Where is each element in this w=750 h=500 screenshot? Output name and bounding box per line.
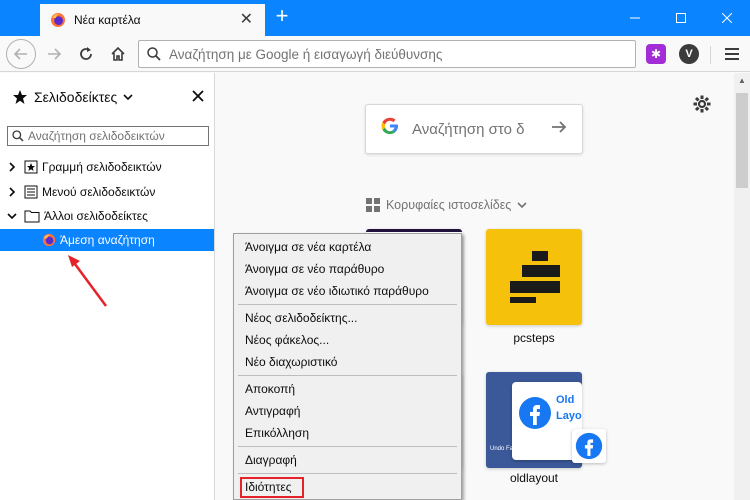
gear-icon[interactable] xyxy=(692,94,712,114)
menu-icon-line xyxy=(725,53,739,55)
title-bar: Νέα καρτέλα ✕ + xyxy=(0,0,750,36)
hamburger-menu-button[interactable] xyxy=(720,42,744,66)
bookmarks-toolbar-icon xyxy=(24,160,38,174)
menu-item-open-private-window[interactable]: Άνοιγμα σε νέο ιδιωτικό παράθυρο xyxy=(234,280,461,302)
minimize-button[interactable] xyxy=(612,0,658,36)
bookmarks-search-input[interactable] xyxy=(28,129,208,143)
url-bar[interactable] xyxy=(138,40,636,68)
site-favicon-badge xyxy=(572,429,606,463)
sidebar-title: Σελιδοδείκτες xyxy=(34,89,118,105)
menu-icon-line xyxy=(725,58,739,60)
google-logo-icon xyxy=(380,116,400,142)
tree-item-label: Άλλοι σελιδοδείκτες xyxy=(44,209,148,223)
thumbnail-caption: Undo Facebook's... xyxy=(490,446,542,452)
scroll-thumb[interactable] xyxy=(736,93,748,188)
home-icon xyxy=(111,46,125,61)
bookmarks-menu-icon xyxy=(24,185,38,199)
menu-item-paste[interactable]: Επικόλληση xyxy=(234,422,461,444)
chevron-down-icon xyxy=(517,202,527,209)
new-tab-button[interactable]: + xyxy=(270,4,294,30)
home-button[interactable] xyxy=(104,41,132,67)
chevron-right-icon[interactable] xyxy=(6,161,18,173)
minimize-icon xyxy=(630,17,640,19)
arrow-right-icon xyxy=(48,48,62,60)
close-window-button[interactable] xyxy=(704,0,750,36)
menu-item-new-folder[interactable]: Νέος φάκελος... xyxy=(234,329,461,351)
maximize-button[interactable] xyxy=(658,0,704,36)
tab-new-tab[interactable]: Νέα καρτέλα ✕ xyxy=(40,2,265,36)
facebook-icon xyxy=(575,432,603,460)
chevron-right-icon[interactable] xyxy=(6,186,18,198)
bookmarks-search-box[interactable] xyxy=(7,126,209,146)
menu-separator xyxy=(238,473,457,474)
grid-icon xyxy=(366,198,380,212)
star-icon xyxy=(13,90,27,104)
arrow-left-icon xyxy=(13,48,27,60)
facebook-icon xyxy=(519,397,551,429)
extension-profile-button[interactable]: V xyxy=(679,44,699,64)
menu-item-copy[interactable]: Αντιγραφή xyxy=(234,400,461,422)
tree-item-label: Μενού σελιδοδεικτών xyxy=(42,185,156,199)
extension-snowflake-icon[interactable]: ✱ xyxy=(646,44,666,64)
top-sites-title: Κορυφαίες ιστοσελίδες xyxy=(386,198,512,212)
folder-icon xyxy=(24,210,40,223)
tree-item-bookmarks-toolbar[interactable]: Γραμμή σελιδοδεικτών xyxy=(0,156,214,178)
url-input[interactable] xyxy=(169,46,609,62)
firefox-icon xyxy=(51,13,65,27)
close-icon xyxy=(722,13,732,23)
forward-button[interactable] xyxy=(40,41,68,67)
toolbar-divider xyxy=(710,46,711,64)
menu-item-delete[interactable]: Διαγραφή xyxy=(234,449,461,471)
top-site-tile-oldlayout[interactable]: Old Layo Undo Facebook's... xyxy=(486,372,582,468)
vertical-scrollbar[interactable]: ▲ xyxy=(734,73,750,500)
tree-item-bookmarks-menu[interactable]: Μενού σελιδοδεικτών xyxy=(0,181,214,203)
reload-icon xyxy=(80,47,92,60)
close-icon xyxy=(192,90,204,102)
back-button[interactable] xyxy=(6,39,36,69)
bookmark-context-menu: Άνοιγμα σε νέα καρτέλα Άνοιγμα σε νέο πα… xyxy=(233,233,462,500)
menu-item-new-separator[interactable]: Νέο διαχωριστικό xyxy=(234,351,461,373)
menu-separator xyxy=(238,304,457,305)
top-site-label: oldlayout xyxy=(509,471,559,485)
search-icon xyxy=(147,47,161,61)
menu-item-open-new-tab[interactable]: Άνοιγμα σε νέα καρτέλα xyxy=(234,236,461,258)
top-site-label: pcsteps xyxy=(513,331,555,345)
sidebar-close-button[interactable] xyxy=(192,87,204,105)
menu-separator xyxy=(238,446,457,447)
annotation-highlight-box xyxy=(240,477,304,498)
arrow-right-icon[interactable] xyxy=(550,118,568,136)
tree-item-other-bookmarks[interactable]: Άλλοι σελιδοδείκτες xyxy=(0,205,214,227)
google-search-placeholder: Αναζήτηση στο δ xyxy=(412,120,525,138)
top-sites-header[interactable]: Κορυφαίες ιστοσελίδες xyxy=(366,198,527,212)
tab-title: Νέα καρτέλα xyxy=(74,13,141,27)
maximize-icon xyxy=(676,13,686,23)
menu-separator xyxy=(238,375,457,376)
thumbnail-text-1: Old xyxy=(556,394,575,406)
scroll-up-icon[interactable]: ▲ xyxy=(734,73,750,89)
reload-button[interactable] xyxy=(72,41,100,67)
menu-item-open-new-window[interactable]: Άνοιγμα σε νέο παράθυρο xyxy=(234,258,461,280)
tab-close-icon[interactable]: ✕ xyxy=(240,12,253,28)
firefox-icon xyxy=(42,233,56,247)
pcsteps-logo-icon xyxy=(510,251,560,303)
navigation-toolbar: ✱ V xyxy=(0,36,750,72)
chevron-down-icon xyxy=(123,94,133,101)
chevron-down-icon[interactable] xyxy=(6,210,18,222)
menu-icon-line xyxy=(725,48,739,50)
search-icon xyxy=(12,130,24,142)
top-site-tile-pcsteps[interactable] xyxy=(486,229,582,325)
tree-item-label: Άμεση αναζήτηση xyxy=(60,233,155,247)
thumbnail-text-2: Layo xyxy=(556,410,582,422)
sidebar-header[interactable]: Σελιδοδείκτες xyxy=(0,73,215,121)
annotation-arrow xyxy=(68,255,108,307)
tree-item-quick-search[interactable]: Άμεση αναζήτηση xyxy=(0,229,214,251)
menu-item-cut[interactable]: Αποκοπή xyxy=(234,378,461,400)
google-search-box[interactable]: Αναζήτηση στο δ xyxy=(365,104,583,154)
menu-item-new-bookmark[interactable]: Νέος σελιδοδείκτης... xyxy=(234,307,461,329)
tree-item-label: Γραμμή σελιδοδεικτών xyxy=(42,160,162,174)
